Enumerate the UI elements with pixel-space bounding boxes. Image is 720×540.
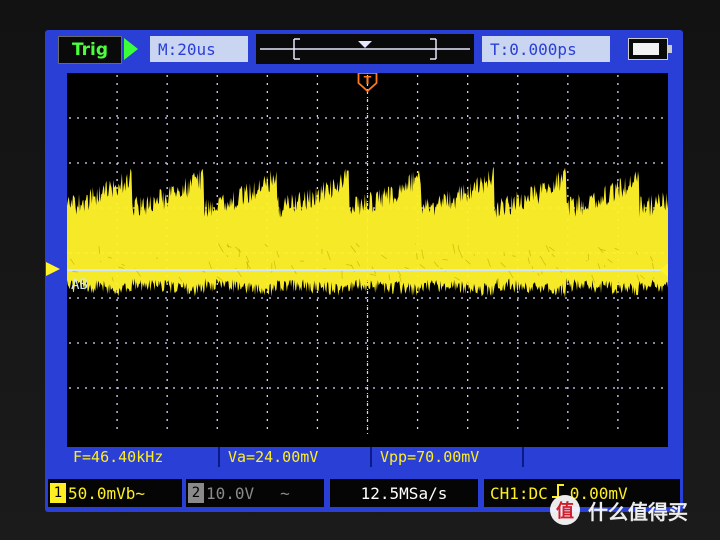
frequency-readout: F=46.40kHz	[67, 447, 220, 467]
ch2-coupling: ~	[280, 483, 290, 503]
ch1-scale-box[interactable]: 1 50.0mVb~	[48, 479, 182, 507]
trigger-time-display[interactable]: T:0.000ps	[482, 36, 610, 62]
channel-label: AB	[71, 277, 88, 293]
memory-position-graphic	[260, 38, 470, 60]
waveform-noise	[503, 252, 505, 257]
vpp-readout: Vpp=70.00mV	[374, 447, 524, 467]
ch2-scale: 10.0V	[206, 483, 255, 503]
trigger-marker-glyph: T	[364, 74, 372, 87]
watermark-logo: 值	[550, 495, 580, 525]
ch1-badge: 1	[50, 483, 66, 503]
trigger-status[interactable]: Trig	[58, 36, 122, 64]
play-triangle-icon[interactable]	[124, 38, 138, 60]
ch2-scale-box[interactable]: 2 10.0V ~	[186, 479, 324, 507]
waveform-canvas: AB T	[47, 72, 668, 435]
waveform-trace	[67, 166, 668, 298]
battery-icon	[628, 38, 672, 60]
waveform-display[interactable]: AB T	[47, 72, 668, 447]
triangle-marker-icon[interactable]	[46, 262, 60, 276]
average-voltage-readout: Va=24.00mV	[222, 447, 372, 467]
time-base-display[interactable]: M:20us	[150, 36, 248, 62]
position-marker-icon	[358, 41, 372, 48]
watermark-text: 什么值得买	[588, 499, 688, 524]
watermark: 值 什么值得买	[550, 495, 688, 525]
sample-rate-display: 12.5MSa/s	[330, 479, 478, 507]
ch1-scale: 50.0mVb~	[68, 483, 146, 503]
ch2-badge: 2	[188, 483, 204, 503]
memory-position-bar[interactable]	[256, 34, 474, 64]
trigger-source: CH1:DC	[490, 483, 548, 503]
waveform-noise	[99, 260, 102, 263]
